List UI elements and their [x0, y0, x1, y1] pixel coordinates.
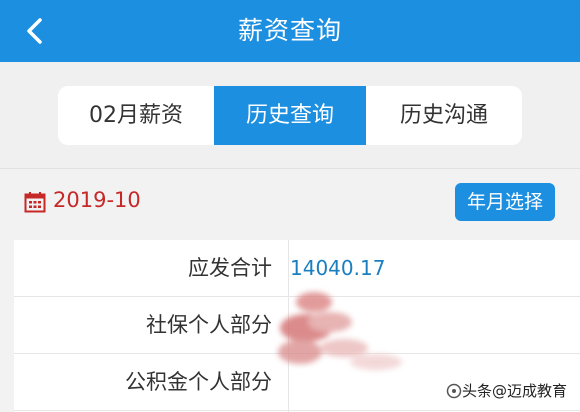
- year-month-select-button[interactable]: 年月选择: [455, 183, 555, 221]
- row-label: 公积金个人部分: [125, 370, 272, 394]
- watermark-logo-icon: [446, 383, 462, 399]
- tab-history-query[interactable]: 历史查询: [214, 86, 366, 145]
- calendar-icon: [24, 192, 46, 213]
- watermark-text: 头条@迈成教育: [462, 382, 568, 400]
- top-navigation-bar: 薪资查询: [0, 0, 580, 62]
- date-bar: 2019-10 年月选择: [0, 168, 580, 236]
- selected-date: 2019-10: [53, 188, 141, 212]
- tab-area: 02月薪资 历史查询 历史沟通: [0, 62, 580, 168]
- row-label: 应发合计: [188, 256, 272, 280]
- segmented-tabs: 02月薪资 历史查询 历史沟通: [58, 86, 522, 145]
- row-label: 社保个人部分: [146, 313, 272, 337]
- tab-history-communication[interactable]: 历史沟通: [366, 86, 522, 145]
- redaction-scribble: [278, 292, 402, 370]
- tab-february-salary[interactable]: 02月薪资: [58, 86, 214, 145]
- page-title: 薪资查询: [237, 16, 342, 45]
